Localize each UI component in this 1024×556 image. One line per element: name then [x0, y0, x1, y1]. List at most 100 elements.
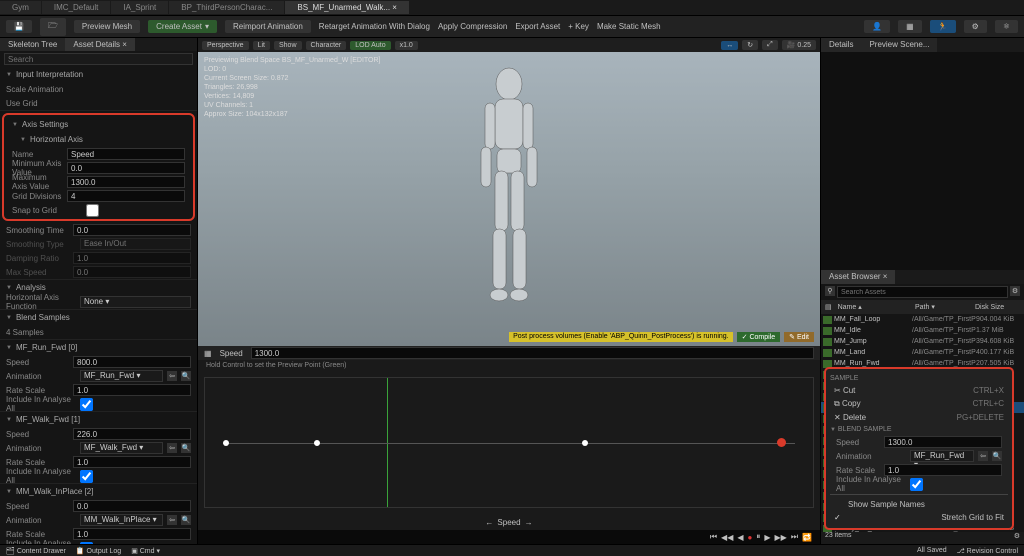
sample-anim-select[interactable]: MM_Walk_InPlace ▾: [80, 514, 163, 526]
axis-max-input[interactable]: [67, 176, 185, 188]
output-log-button[interactable]: 📋 Output Log: [76, 547, 121, 555]
menu-delete[interactable]: ✕ DeletePG+DELETE: [830, 411, 1008, 424]
browse-icon[interactable]: 🔍: [181, 515, 191, 525]
to-end-icon[interactable]: ⏭: [791, 532, 798, 542]
sample-point[interactable]: [222, 438, 230, 446]
loop-icon[interactable]: 🔁: [802, 533, 812, 542]
use-icon[interactable]: ⇦: [167, 371, 177, 381]
step-back-icon[interactable]: ◀◀: [721, 533, 733, 542]
sample-rate-input[interactable]: [73, 528, 191, 540]
export-button[interactable]: Export Asset: [515, 22, 560, 31]
add-key-button[interactable]: + Key: [568, 22, 589, 31]
asset-row[interactable]: MM_Fall_Loop/All/Game/TP_FirstP904.004 K…: [821, 314, 1024, 325]
use-icon[interactable]: ⇦: [167, 443, 177, 453]
rotate-gizmo-icon[interactable]: ↻: [742, 40, 758, 50]
asset-row[interactable]: MM_Idle/All/Game/TP_FirstP1.37 MiB: [821, 325, 1024, 336]
browse-button[interactable]: 🗁: [40, 18, 66, 36]
play-icon[interactable]: ▶: [764, 533, 770, 542]
retarget-button[interactable]: Retarget Animation With Dialog: [319, 22, 430, 31]
browse-icon[interactable]: 🔍: [992, 451, 1002, 461]
axis-min-input[interactable]: [67, 162, 185, 174]
asset-list-header[interactable]: ▤ Name ▴Path ▾Disk Size: [821, 300, 1024, 314]
mode-blueprint-icon[interactable]: ⚙: [964, 20, 987, 33]
tab-asset-browser[interactable]: Asset Browser ×: [821, 270, 895, 284]
content-drawer-button[interactable]: 🗂 Content Drawer: [6, 547, 66, 555]
use-icon[interactable]: ⇦: [167, 515, 177, 525]
play-back-icon[interactable]: ◀: [737, 533, 743, 542]
scale-gizmo-icon[interactable]: ⤢: [762, 40, 778, 50]
revision-control[interactable]: ⎇ Revision Control: [957, 547, 1018, 555]
sample-anim-select[interactable]: MF_Run_Fwd ▾: [80, 370, 163, 382]
tab-bp[interactable]: BP_ThirdPersonCharac...: [169, 1, 284, 14]
sample-include-checkbox[interactable]: [80, 398, 93, 411]
cmd-input[interactable]: ▣ Cmd ▾: [131, 547, 160, 555]
smoothing-time-input[interactable]: [73, 224, 191, 236]
details-search[interactable]: [4, 53, 193, 65]
tab-preview-scene[interactable]: Preview Scene...: [861, 38, 937, 52]
sample-rate-input[interactable]: [73, 456, 191, 468]
axis-grid-input[interactable]: [67, 190, 185, 202]
compile-button[interactable]: ✓ Compile: [737, 332, 781, 342]
mode-skeleton-icon[interactable]: 👤: [864, 20, 890, 33]
asset-row[interactable]: MM_Land/All/Game/TP_FirstP400.177 KiB: [821, 347, 1024, 358]
sample-point[interactable]: [581, 438, 589, 446]
smoothing-type-select[interactable]: Ease In/Out: [80, 238, 191, 250]
preview-mesh-button[interactable]: Preview Mesh: [74, 20, 140, 33]
reimport-button[interactable]: Reimport Animation: [225, 20, 311, 33]
section-axis[interactable]: ▼Axis Settings: [6, 117, 191, 132]
use-icon[interactable]: ⇦: [978, 451, 988, 461]
mode-animation-icon[interactable]: 🏃: [930, 20, 956, 33]
translate-gizmo-icon[interactable]: ↔: [721, 41, 738, 50]
step-fwd-icon[interactable]: ▶▶: [775, 533, 787, 542]
sample-speed-input[interactable]: [73, 500, 191, 512]
edit-button[interactable]: ✎ Edit: [784, 332, 814, 342]
lod-pill[interactable]: LOD Auto: [350, 41, 390, 50]
create-asset-button[interactable]: Create Asset ▾: [148, 20, 217, 33]
browse-icon[interactable]: 🔍: [181, 443, 191, 453]
settings-icon[interactable]: ⚙: [1010, 286, 1020, 296]
sample-speed-input[interactable]: [73, 428, 191, 440]
mode-physics-icon[interactable]: ⚛: [995, 20, 1018, 33]
subsection-horizontal-axis[interactable]: ▼Horizontal Axis: [6, 132, 191, 147]
character-pill[interactable]: Character: [306, 41, 347, 50]
tab-imc[interactable]: IMC_Default: [42, 1, 110, 14]
bs-speed-input[interactable]: [251, 347, 814, 359]
compress-button[interactable]: Apply Compression: [438, 22, 507, 31]
save-button[interactable]: 💾: [6, 20, 32, 33]
blendspace-graph[interactable]: [204, 377, 814, 508]
sample-header[interactable]: ▼MM_Walk_InPlace [2]: [0, 484, 197, 499]
pause-icon[interactable]: ⏸: [756, 532, 760, 542]
viewport-3d[interactable]: Previewing Blend Space BS_MF_Unarmed_W […: [198, 52, 820, 346]
show-pill[interactable]: Show: [274, 41, 302, 50]
save-status[interactable]: All Saved: [917, 547, 947, 554]
close-icon[interactable]: ×: [392, 3, 397, 12]
ctx-speed-input[interactable]: [884, 436, 1002, 448]
sample-rate-input[interactable]: [73, 384, 191, 396]
section-input[interactable]: ▼Input Interpretation: [0, 67, 197, 82]
speed-pill[interactable]: x1.0: [395, 41, 418, 50]
tab-asset-details[interactable]: Asset Details ×: [65, 38, 135, 51]
ctx-anim-select[interactable]: MF_Run_Fwd ▾: [910, 450, 974, 462]
asset-search-input[interactable]: [837, 286, 1008, 298]
lit-pill[interactable]: Lit: [253, 41, 270, 50]
tab-ia[interactable]: IA_Sprint: [111, 1, 168, 14]
record-icon[interactable]: ●: [748, 533, 753, 542]
perspective-pill[interactable]: Perspective: [202, 41, 249, 50]
cam-speed[interactable]: 🎥 0.25: [782, 40, 816, 50]
tab-gym[interactable]: Gym: [0, 1, 41, 14]
tab-blendspace[interactable]: BS_MF_Unarmed_Walk... ×: [285, 1, 409, 14]
view-options-icon[interactable]: ⚙: [1014, 532, 1020, 544]
sample-point-active[interactable]: [777, 438, 786, 447]
tab-details[interactable]: Details: [821, 38, 861, 52]
section-blend-samples[interactable]: ▼Blend Samples: [0, 310, 197, 325]
sample-anim-select[interactable]: MF_Walk_Fwd ▾: [80, 442, 163, 454]
static-mesh-button[interactable]: Make Static Mesh: [597, 22, 661, 31]
menu-cut[interactable]: ✂ CutCTRL+X: [830, 384, 1008, 397]
sample-header[interactable]: ▼MF_Walk_Fwd [1]: [0, 412, 197, 427]
tab-skeleton-tree[interactable]: Skeleton Tree: [0, 38, 65, 51]
axis-name-input[interactable]: [67, 148, 185, 160]
menu-copy[interactable]: ⧉ CopyCTRL+C: [830, 397, 1008, 411]
asset-row[interactable]: MM_Jump/All/Game/TP_FirstP394.608 KiB: [821, 336, 1024, 347]
axis-function-select[interactable]: None ▾: [80, 296, 191, 308]
ctx-include-checkbox[interactable]: [910, 478, 923, 491]
